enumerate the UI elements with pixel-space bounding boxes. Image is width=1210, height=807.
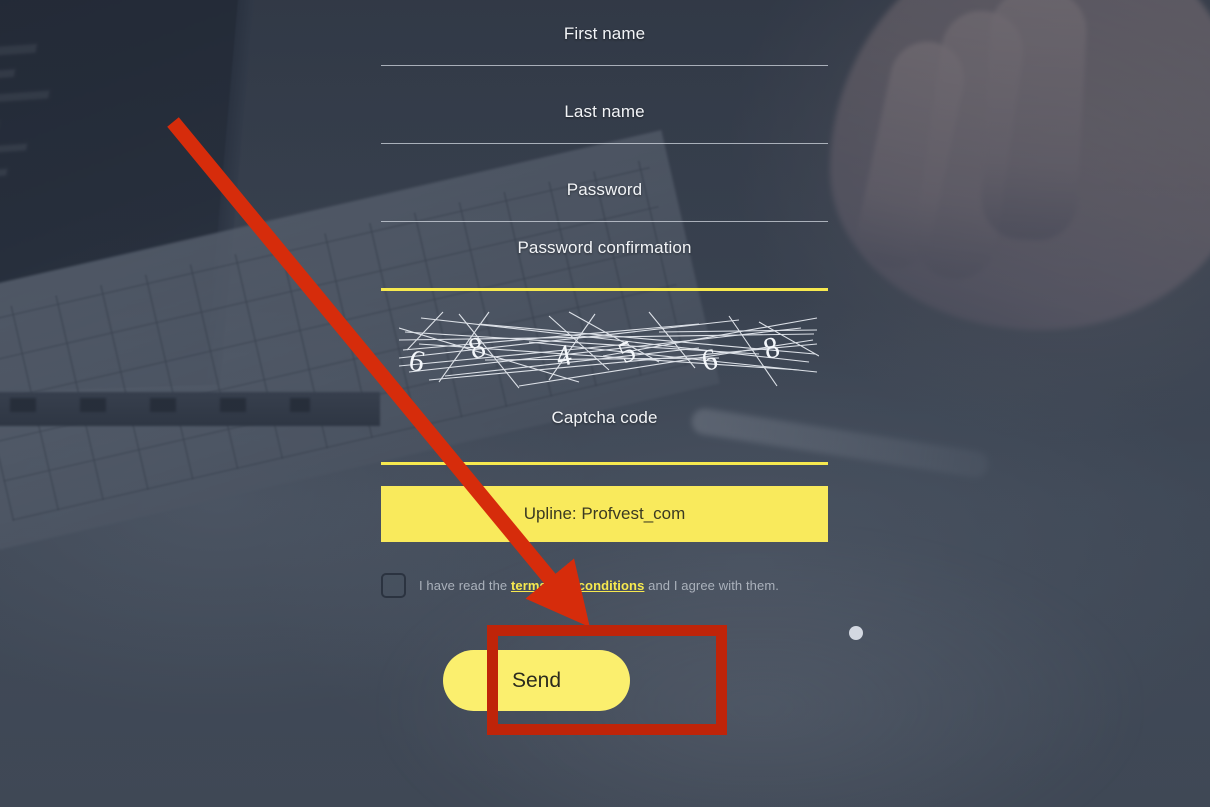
field-last-name[interactable]: Last name [381,102,828,144]
field-underline-last-name [381,143,828,144]
field-first-name[interactable]: First name [381,24,828,66]
field-underline-captcha-code [381,462,828,465]
terms-suffix: and I agree with them. [644,578,779,593]
svg-text:5: 5 [613,334,640,370]
field-underline-password [381,221,828,222]
registration-page: First name Last name Password Password c… [0,0,1210,807]
loading-dot [849,626,863,640]
field-label-first-name: First name [563,24,646,43]
field-label-captcha-code: Captcha code [551,408,658,427]
terms-and-conditions-link[interactable]: terms and conditions [511,578,644,593]
field-password[interactable]: Password [381,180,828,222]
field-label-password: Password [566,180,643,199]
field-label-last-name: Last name [564,102,645,121]
svg-text:8: 8 [760,330,784,366]
terms-text: I have read the terms and conditions and… [419,578,779,593]
field-label-password-confirmation: Password confirmation [517,238,692,257]
svg-text:6: 6 [698,342,721,378]
terms-row[interactable]: I have read the terms and conditions and… [381,573,828,598]
terms-checkbox[interactable] [381,573,406,598]
field-password-confirmation[interactable]: Password confirmation [381,238,828,291]
field-captcha-code[interactable]: Captcha code [381,408,828,465]
captcha-image: 9 8 4 5 6 8 [399,310,819,395]
field-underline-first-name [381,65,828,66]
upline-text: Upline: Profvest_com [523,504,686,523]
terms-prefix: I have read the [419,578,511,593]
send-button[interactable]: Send [443,650,630,711]
upline-bar: Upline: Profvest_com [381,486,828,542]
registration-form: First name Last name Password Password c… [381,0,828,807]
field-underline-password-confirmation [381,288,828,291]
